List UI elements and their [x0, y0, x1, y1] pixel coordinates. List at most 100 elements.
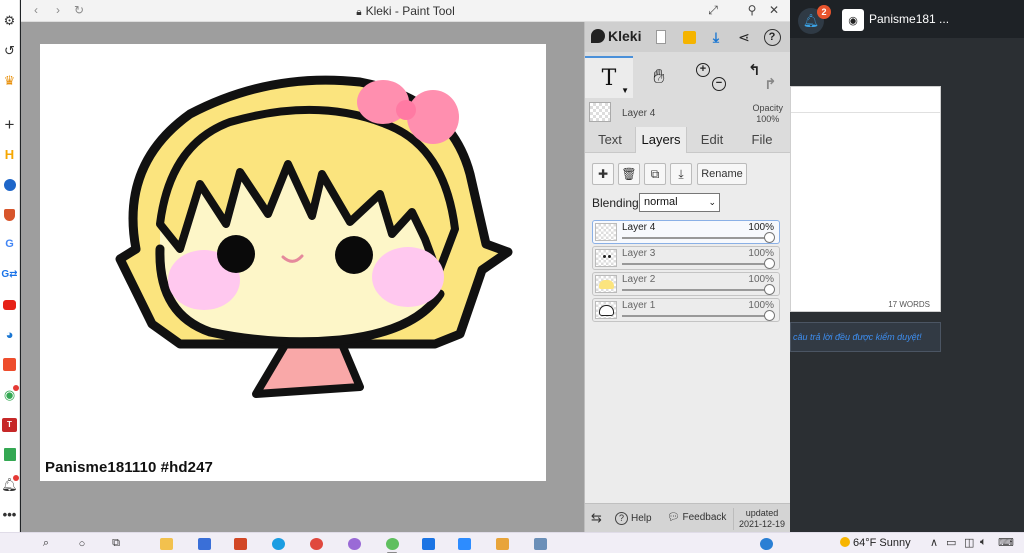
browser-sidebar: ⚙ ↺ ♛ + H G G⇄ ◕ ◉ T 🔔︎ •••	[0, 0, 20, 532]
layer-opacity-slider[interactable]	[622, 237, 773, 239]
app-h-icon[interactable]: H	[1, 146, 18, 163]
opacity-label: Opacity	[752, 103, 783, 113]
delete-layer-button[interactable]: 🗑︎	[618, 163, 640, 185]
help-tray-icon[interactable]	[758, 536, 774, 551]
edge-icon[interactable]	[270, 536, 286, 551]
background-app: 🔔︎ 2 ◉ Panisme181 ... 17 WORDS câu trả l…	[790, 0, 1024, 532]
updated-info[interactable]: updated 2021-12-19	[733, 508, 785, 530]
file-explorer-icon[interactable]	[158, 536, 174, 551]
layer-row-1[interactable]: Layer 1 100%	[592, 298, 780, 322]
app-blue-e-icon[interactable]	[1, 176, 18, 193]
search-icon[interactable]: ⌕	[38, 536, 54, 551]
network-icon[interactable]: ◫	[964, 536, 974, 549]
text-tool-button[interactable]: T ▼	[585, 56, 633, 98]
purple-app-icon[interactable]	[346, 536, 362, 551]
help-link[interactable]: ? Help	[615, 512, 652, 525]
word-count: 17 WORDS	[888, 300, 930, 309]
zoom-icons: + −	[692, 59, 728, 95]
new-document-icon[interactable]	[651, 27, 671, 47]
green-app-icon[interactable]: ◉	[1, 385, 19, 403]
edge-like-icon[interactable]: ◕	[1, 326, 18, 343]
kleki-window: ‹ › ↻ 🔒︎ Kleki - Paint Tool ⤢ ⚲ ✕ Panism…	[21, 0, 791, 532]
zoom-out-icon[interactable]: −	[712, 77, 726, 91]
settings-gear-icon[interactable]: ⚙	[1, 12, 18, 29]
drawing-right-eye	[335, 236, 373, 274]
layer-opacity-slider[interactable]	[622, 289, 773, 291]
language-icon[interactable]: ⌨	[998, 536, 1014, 549]
hand-tool-button[interactable]: ✋︎	[637, 56, 681, 98]
layer-opacity-slider[interactable]	[622, 263, 773, 265]
chrome-icon[interactable]	[308, 536, 324, 551]
app-menu-icon[interactable]: ⤢	[705, 3, 721, 18]
cortana-icon[interactable]: ○	[74, 536, 90, 551]
merge-layer-button[interactable]: ⤓	[670, 163, 692, 185]
help-icon: ?	[615, 512, 628, 525]
layer-row-4[interactable]: Layer 4 100%	[592, 220, 780, 244]
username[interactable]: Panisme181 ...	[869, 12, 949, 26]
layer-opacity-handle[interactable]	[764, 284, 775, 295]
opacity-readout: Opacity 100%	[752, 103, 783, 125]
task-view-icon[interactable]: ⧉	[108, 536, 124, 551]
battery-icon[interactable]: ▭	[946, 536, 956, 549]
volume-icon[interactable]: 🔈︎	[980, 536, 987, 549]
app-shield-icon[interactable]	[1, 206, 18, 223]
tiki-icon[interactable]: T	[1, 416, 18, 433]
trash-icon: 🗑︎	[621, 167, 637, 181]
pin-icon[interactable]: ⚲	[744, 3, 760, 17]
chevron-up-icon[interactable]: ∧	[930, 536, 938, 549]
blending-value: normal	[644, 196, 678, 208]
duplicate-layer-button[interactable]: ⧉	[644, 163, 666, 185]
add-icon[interactable]: +	[1, 116, 18, 133]
tab-file[interactable]: File	[737, 127, 787, 153]
layer-opacity-handle[interactable]	[764, 310, 775, 321]
layer-row-3[interactable]: Layer 3 100%	[592, 246, 780, 270]
share-icon[interactable]: ⋖	[734, 27, 754, 47]
layer-opacity-handle[interactable]	[764, 258, 775, 269]
layer-opacity-handle[interactable]	[764, 232, 775, 243]
youtube-icon[interactable]	[1, 296, 18, 313]
blending-select[interactable]: normal ⌄	[639, 193, 720, 212]
close-icon[interactable]: ✕	[766, 3, 782, 17]
updated-date: 2021-12-19	[739, 519, 786, 529]
undo-icon[interactable]: ↰	[748, 61, 761, 79]
save-icon[interactable]	[679, 27, 699, 47]
window-app-icon[interactable]	[532, 536, 548, 551]
tab-text[interactable]: Text	[585, 127, 635, 153]
rename-layer-button[interactable]: Rename	[697, 163, 747, 185]
paint-icon[interactable]	[494, 536, 510, 551]
feedback-link[interactable]: 💬︎ Feedback	[667, 512, 726, 523]
layers-pane: ✚ 🗑︎ ⧉ ⤓ Rename Blending normal ⌄ Layer …	[585, 153, 791, 503]
layer-row-2[interactable]: Layer 2 100%	[592, 272, 780, 296]
google-icon[interactable]: G	[1, 236, 18, 253]
layer-opacity-slider[interactable]	[622, 315, 773, 317]
zalo-icon[interactable]	[420, 536, 436, 551]
weather-widget[interactable]: 64°F Sunny	[840, 537, 911, 549]
more-icon[interactable]: •••	[1, 506, 18, 523]
crown-icon[interactable]: ♛	[1, 72, 18, 89]
answer-editor[interactable]: 17 WORDS	[790, 86, 941, 312]
powerpoint-icon[interactable]	[232, 536, 248, 551]
kleki-taskbar-icon[interactable]	[384, 536, 400, 553]
drawing-canvas[interactable]: Panisme181110 #hd247	[40, 44, 546, 481]
download-icon[interactable]: ⤓	[706, 27, 726, 47]
shopee-icon[interactable]	[1, 356, 18, 373]
current-layer-name: Layer 4	[622, 108, 656, 119]
avatar[interactable]: ◉	[842, 9, 864, 31]
tab-edit[interactable]: Edit	[687, 127, 737, 153]
panel-header: Kleki ⤓ ⋖ ?	[585, 22, 791, 52]
swap-panel-icon[interactable]: ⇆	[591, 510, 602, 526]
history-icon[interactable]: ↺	[1, 42, 18, 59]
help-icon[interactable]: ?	[762, 27, 782, 47]
add-layer-button[interactable]: ✚	[592, 163, 614, 185]
sheets-icon[interactable]	[1, 446, 18, 463]
notifications-bell-icon[interactable]: 🔔︎	[1, 475, 19, 493]
screen: ⚙ ↺ ♛ + H G G⇄ ◕ ◉ T 🔔︎ ••• ‹ › ↻ 🔒︎ Klek…	[0, 0, 1024, 553]
kleki-logo-icon	[591, 29, 605, 43]
zoom-app-icon[interactable]	[456, 536, 472, 551]
tab-layers[interactable]: Layers	[635, 127, 687, 153]
store-icon[interactable]	[196, 536, 212, 551]
zoom-in-icon[interactable]: +	[696, 63, 710, 77]
zoom-tool-button[interactable]: + −	[685, 56, 735, 98]
translate-icon[interactable]: G⇄	[1, 266, 18, 283]
redo-icon[interactable]: ↱	[764, 75, 777, 93]
